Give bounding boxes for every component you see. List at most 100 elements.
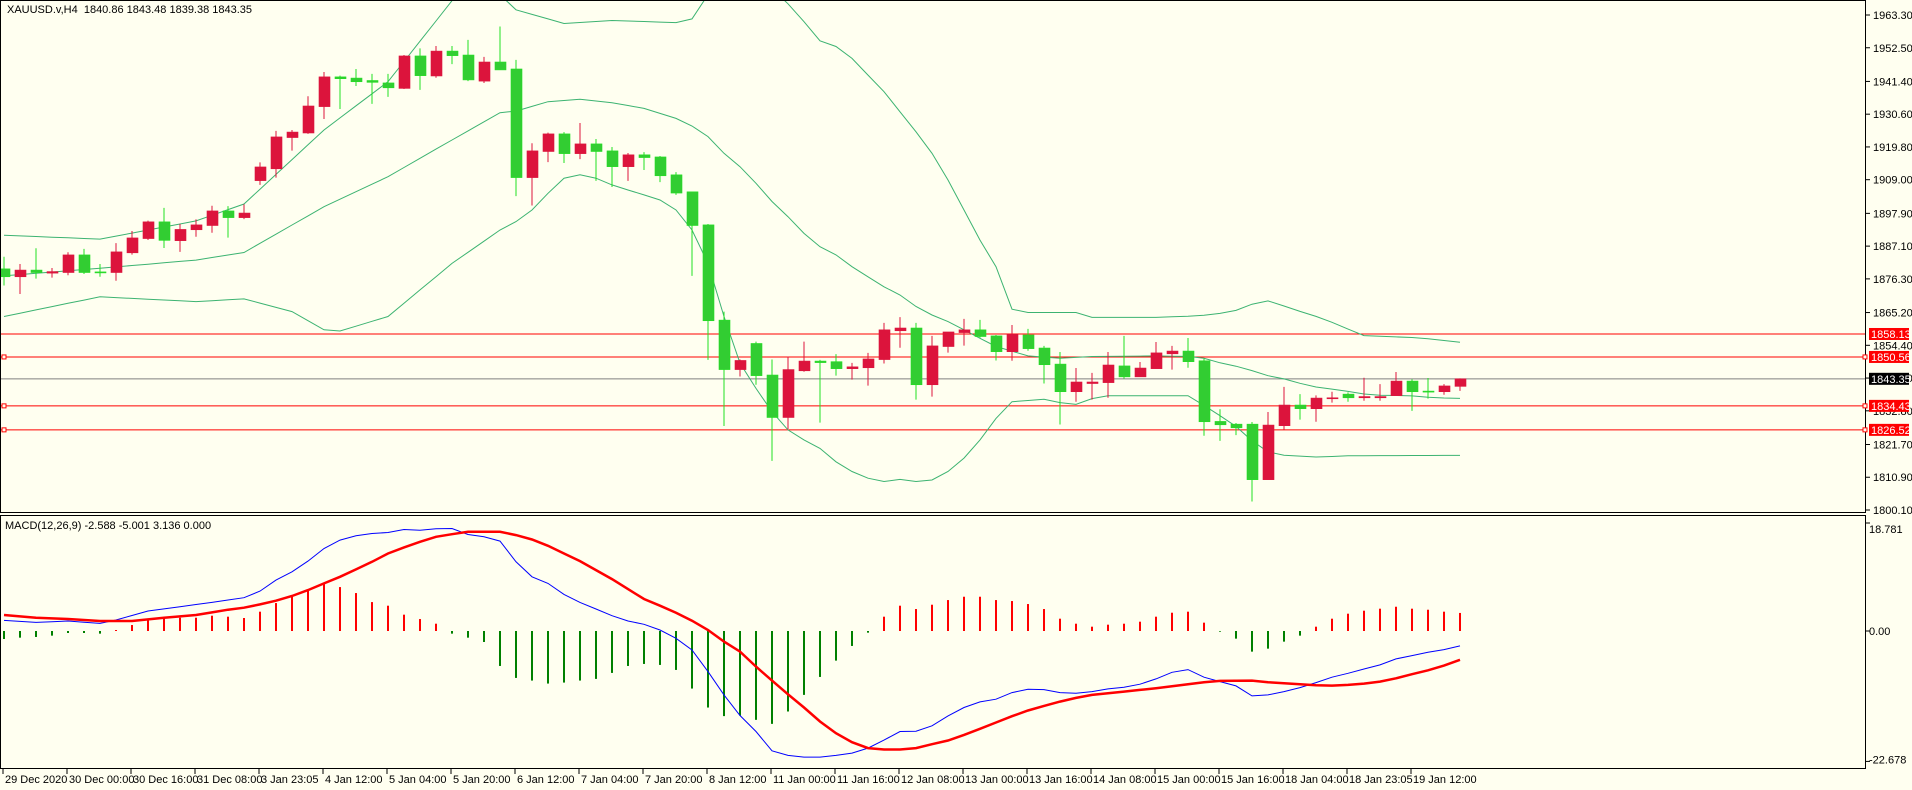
time-tick-label: 15 Jan 00:00: [1157, 774, 1221, 786]
time-tick-label: 13 Jan 00:00: [965, 774, 1029, 786]
candle-body: [926, 345, 939, 386]
candle-body: [574, 143, 587, 154]
price-level-label: 1834.43: [1871, 401, 1911, 413]
candle-body: [254, 166, 267, 181]
time-tick-label: 13 Jan 16:00: [1029, 774, 1093, 786]
candle-body: [382, 82, 395, 89]
candle-body: [734, 360, 747, 370]
candle-body: [350, 77, 363, 83]
candle-body: [910, 327, 923, 386]
candle-body: [686, 191, 699, 226]
level-left-marker[interactable]: [1, 403, 7, 409]
candle-body: [318, 76, 331, 107]
chart-canvas[interactable]: 1963.30 1952.50 1941.40 1930.60 1919.80 1909.…: [0, 0, 1912, 790]
candle-body: [302, 105, 315, 134]
price-tick-label: 1963.30: [1873, 10, 1912, 22]
candle-body: [174, 229, 187, 241]
time-tick-label: 7 Jan 20:00: [645, 774, 703, 786]
candle-body: [1246, 423, 1259, 480]
level-right-marker[interactable]: [1862, 354, 1868, 360]
candle-body: [1214, 421, 1227, 426]
time-tick-label: 5 Jan 20:00: [453, 774, 511, 786]
candle-body: [1086, 381, 1099, 384]
time-tick-label: 6 Jan 12:00: [517, 774, 575, 786]
candle-body: [190, 224, 203, 231]
chart-header: XAUUSD.v,H4 1840.86 1843.48 1839.38 1843…: [7, 4, 252, 16]
candle-body: [750, 343, 763, 376]
level-right-marker[interactable]: [1862, 427, 1868, 433]
candle-body: [1230, 423, 1243, 429]
candle-body: [974, 329, 987, 337]
price-tick-label: 1952.50: [1873, 43, 1912, 55]
candle-body: [526, 150, 539, 178]
candle-body: [1102, 364, 1115, 383]
symbol-label: XAUUSD.v,H4: [7, 4, 78, 16]
candle-body: [1118, 365, 1131, 378]
candle[interactable]: [142, 220, 155, 241]
candle-body: [718, 319, 731, 370]
candle-body: [638, 154, 651, 158]
candle-body: [222, 210, 235, 218]
candle-body: [814, 360, 827, 363]
price-tick-label: 1865.20: [1873, 308, 1912, 320]
candle-body: [158, 221, 171, 241]
candle-body: [126, 237, 139, 254]
macd-tick-label: -22.678: [1869, 754, 1906, 766]
price-tick-label: 1854.40: [1873, 340, 1912, 352]
candle-body: [1182, 350, 1195, 362]
candle-body: [1342, 393, 1355, 399]
candle-body: [830, 361, 843, 369]
time-tick-label: 31 Dec 08:00: [197, 774, 262, 786]
candle[interactable]: [398, 55, 411, 90]
candle-body: [1326, 397, 1339, 400]
candle-body: [1006, 334, 1019, 352]
candle-body: [1358, 396, 1371, 399]
price-tick-label: 1909.00: [1873, 175, 1912, 187]
candle-body: [878, 329, 891, 360]
candle-body: [494, 61, 507, 71]
time-tick-label: 7 Jan 04:00: [581, 774, 639, 786]
time-tick-label: 29 Dec 2020: [5, 774, 67, 786]
candle[interactable]: [670, 172, 683, 195]
time-tick-label: 18 Jan 04:00: [1285, 774, 1349, 786]
price-level-label: 1858.13: [1871, 329, 1911, 341]
candle-body: [94, 271, 107, 274]
candle-body: [14, 269, 27, 278]
price-level-label: 1850.56: [1871, 352, 1911, 364]
candle-body: [846, 366, 859, 369]
price-level-label: 1826.52: [1871, 425, 1911, 437]
time-tick-label: 15 Jan 16:00: [1221, 774, 1285, 786]
candle-body: [430, 50, 443, 77]
price-tick-label: 1887.10: [1873, 241, 1912, 253]
candle-body: [1038, 347, 1051, 366]
candle-body: [366, 80, 379, 83]
candle-body: [1134, 367, 1147, 378]
candle-body: [1, 268, 11, 278]
level-left-marker[interactable]: [1, 354, 7, 360]
candle-body: [782, 369, 795, 418]
candle-body: [1054, 363, 1067, 393]
candle-body: [1150, 352, 1163, 369]
candle-body: [446, 50, 459, 56]
candle-body: [670, 174, 683, 194]
level-right-marker[interactable]: [1862, 403, 1868, 409]
candle-body: [110, 251, 123, 273]
candle-body: [542, 133, 555, 152]
candle-body: [334, 76, 347, 79]
price-tick-label: 1941.40: [1873, 76, 1912, 88]
time-tick-label: 8 Jan 12:00: [709, 774, 767, 786]
candle-body: [654, 156, 667, 177]
candle-body: [1438, 385, 1451, 393]
candle-body: [1454, 378, 1467, 387]
time-tick-label: 30 Dec 16:00: [133, 774, 198, 786]
candle-body: [414, 55, 427, 76]
candle-body: [622, 154, 635, 167]
candle-body: [1294, 404, 1307, 409]
price-tick-label: 1810.90: [1873, 472, 1912, 484]
time-tick-label: 11 Jan 16:00: [837, 774, 900, 786]
candle[interactable]: [62, 252, 75, 276]
candle-body: [398, 55, 411, 89]
candle-body: [286, 131, 299, 138]
level-left-marker[interactable]: [1, 427, 7, 433]
candle[interactable]: [510, 59, 523, 197]
